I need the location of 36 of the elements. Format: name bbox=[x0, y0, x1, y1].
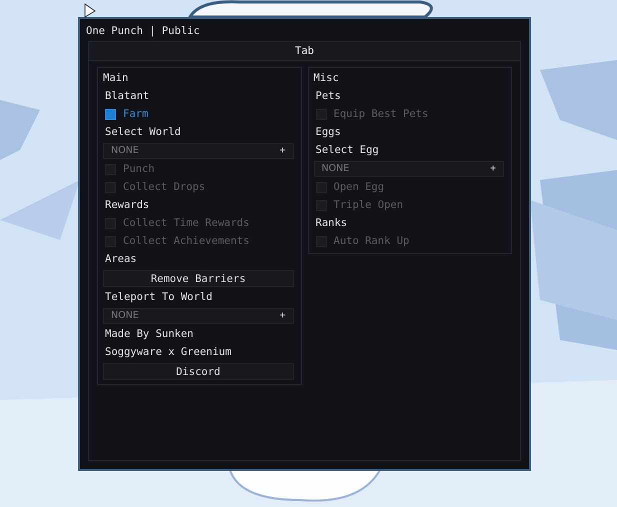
plus-icon: + bbox=[280, 144, 286, 158]
section-label: Rewards bbox=[104, 198, 150, 213]
checkbox-label: Triple Open bbox=[334, 198, 404, 213]
section-label: Select Egg bbox=[314, 143, 380, 158]
section-label: Areas bbox=[104, 252, 138, 267]
window-title: One Punch | Public bbox=[86, 25, 200, 37]
dropdown[interactable]: NONE + bbox=[103, 143, 294, 159]
section-label: Made By Sunken bbox=[104, 327, 195, 342]
section-label: Teleport To World bbox=[104, 290, 214, 305]
dropdown[interactable]: NONE + bbox=[314, 161, 504, 177]
checkbox-label: Collect Drops bbox=[123, 180, 206, 195]
dropdown-value: NONE bbox=[111, 144, 139, 158]
plus-icon: + bbox=[490, 162, 496, 176]
action-button[interactable]: Remove Barriers bbox=[103, 270, 294, 287]
plus-icon: + bbox=[280, 308, 286, 324]
section-label: Select World bbox=[104, 125, 182, 140]
checkbox-label: Farm bbox=[123, 107, 148, 122]
section-title: Main bbox=[103, 71, 130, 86]
checkbox[interactable] bbox=[105, 109, 116, 120]
checkbox-label: Equip Best Pets bbox=[334, 107, 428, 122]
checkbox-label: Open Egg bbox=[334, 180, 384, 195]
dropdown-value: NONE bbox=[111, 308, 139, 323]
section-label: Eggs bbox=[314, 125, 342, 140]
section-label: Soggyware x Greenium bbox=[104, 345, 232, 360]
checkbox-label: Collect Time Rewards bbox=[123, 216, 250, 231]
section-title: Misc bbox=[314, 71, 340, 86]
dropdown-value: NONE bbox=[322, 162, 350, 176]
checkbox-label: Punch bbox=[123, 162, 155, 177]
action-button[interactable]: Discord bbox=[103, 363, 294, 380]
section-label: Pets bbox=[314, 89, 342, 104]
checkbox-label: Collect Achievements bbox=[123, 234, 250, 249]
section-label: Blatant bbox=[104, 89, 150, 104]
cursor-icon bbox=[84, 3, 96, 19]
section-label: Ranks bbox=[314, 216, 348, 231]
checkbox-label: Auto Rank Up bbox=[334, 234, 410, 249]
dropdown[interactable]: NONE + bbox=[103, 308, 294, 324]
